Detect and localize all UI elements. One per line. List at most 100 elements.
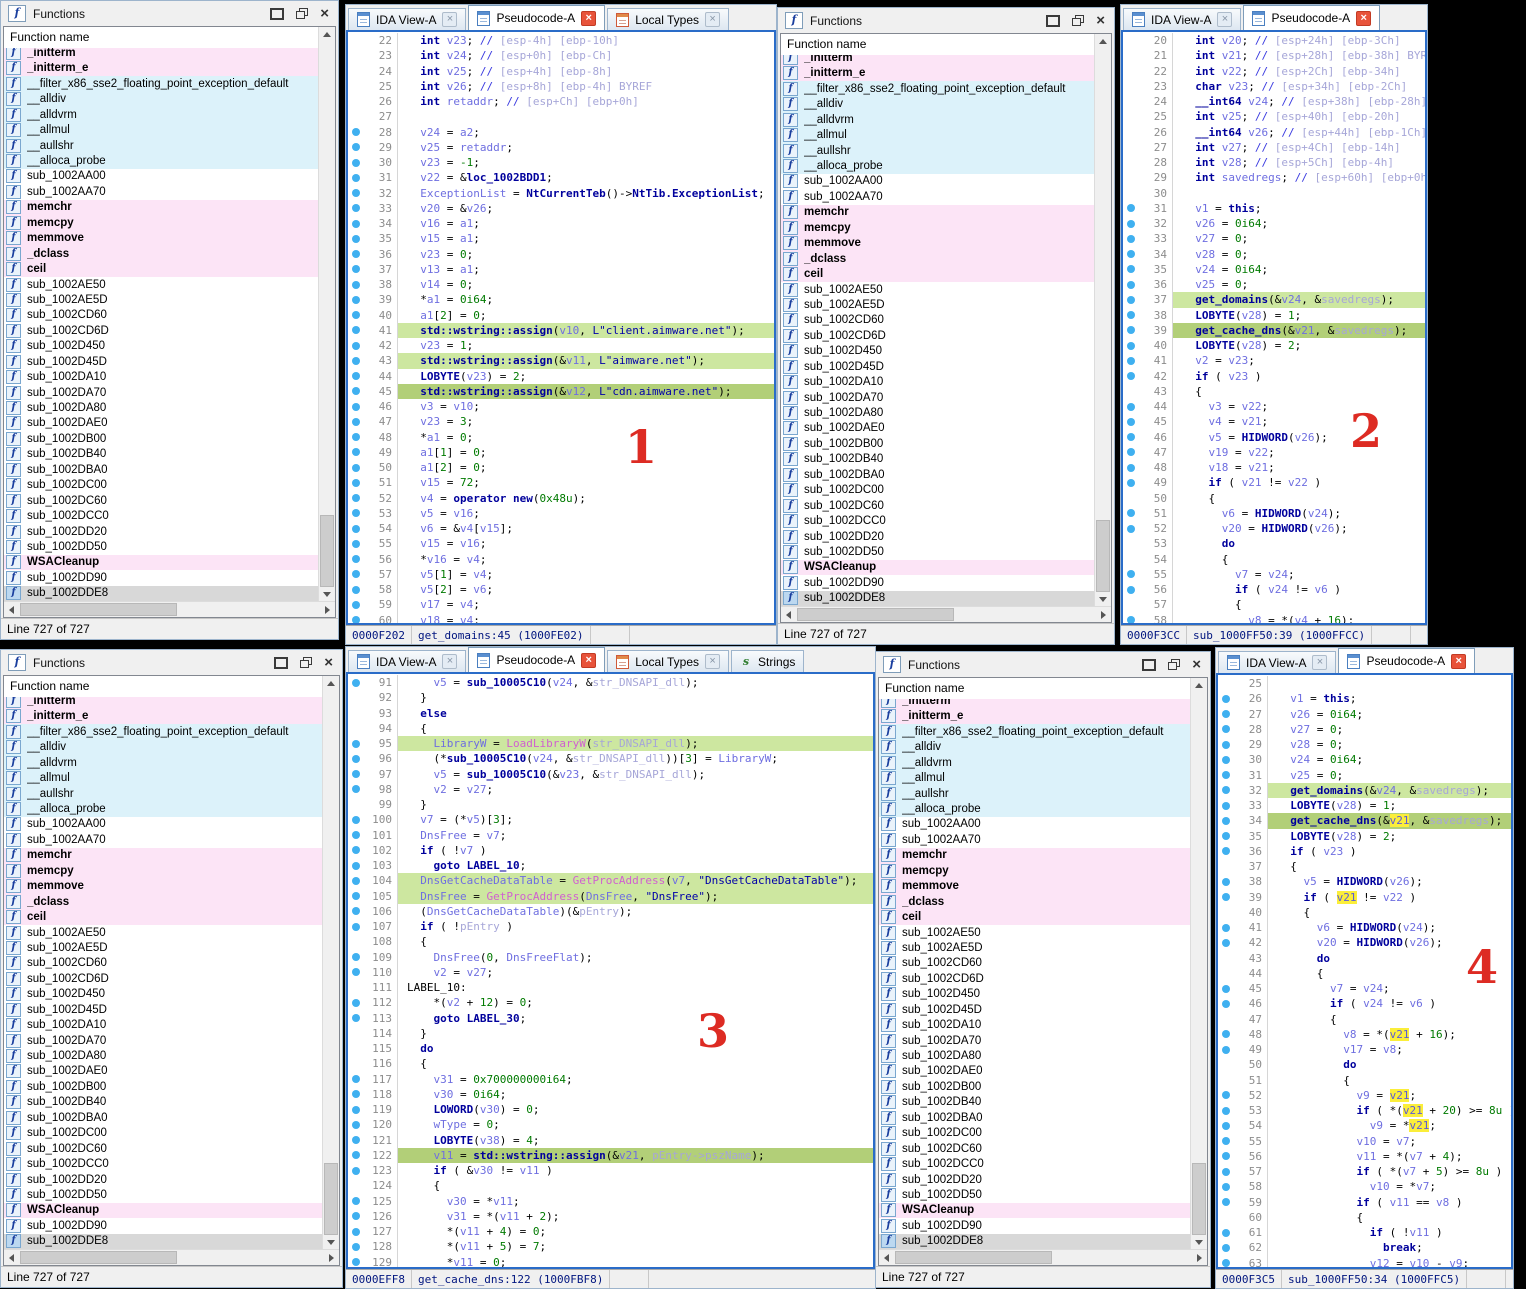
function-row[interactable]: f__alldvrm [781,112,1094,127]
function-row[interactable]: fsub_1002DA70 [781,390,1094,405]
code-line[interactable]: 22 int v22; // [esp+2Ch] [ebp-34h] [1123,64,1425,79]
code-line[interactable]: 42 if ( v23 ) [1123,369,1425,384]
code-line[interactable]: 128 *(v11 + 5) = 7; [348,1239,873,1254]
breakpoint-gutter[interactable] [1123,448,1138,456]
function-row[interactable]: fsub_1002DAE0 [879,1064,1190,1079]
code-line[interactable]: 27 [348,109,774,124]
code-line[interactable]: 121 LOBYTE(v38) = 4; [348,1133,873,1148]
tab-close-icon[interactable]: × [581,653,596,668]
code-line[interactable]: 25 int v26; // [esp+8h] [ebp-4h] BYREF [348,79,774,94]
code-line[interactable]: 26 __int64 v26; // [esp+44h] [ebp-1Ch] [1123,125,1425,140]
function-row[interactable]: fmemcpy [4,863,322,878]
function-row[interactable]: fsub_1002DD50 [781,544,1094,559]
breakpoint-gutter[interactable] [348,907,363,915]
breakpoint-gutter[interactable] [348,464,363,472]
code-line[interactable]: 54 v6 = &v4[v15]; [348,521,774,536]
code-line[interactable]: 61 if ( !v11 ) [1218,1225,1511,1240]
breakpoint-gutter[interactable] [1218,1229,1233,1237]
tab-close-icon[interactable]: × [442,12,457,27]
code-line[interactable]: 116 { [348,1056,873,1071]
breakpoint-gutter[interactable] [348,509,363,517]
code-line[interactable]: 60 v18 = v4; [348,613,774,624]
function-row[interactable]: fsub_1002DA80 [4,1048,322,1063]
tab-pseudocode-a[interactable]: Pseudocode-A× [1338,648,1475,673]
breakpoint-gutter[interactable] [348,387,363,395]
tab-close-icon[interactable]: × [1451,654,1466,669]
breakpoint-gutter[interactable] [1123,509,1138,517]
code-line[interactable]: 37 { [1218,859,1511,874]
code-line[interactable]: 23 int v24; // [esp+0h] [ebp-Ch] [348,48,774,63]
function-row[interactable]: fsub_1002DC00 [4,1126,322,1141]
scroll-track[interactable] [319,42,335,587]
function-row[interactable]: f_initterm_e [781,66,1094,81]
breakpoint-gutter[interactable] [1218,1030,1233,1038]
function-row[interactable]: fsub_1002DAE0 [4,416,318,431]
tab-local-types[interactable]: Local Types× [607,8,729,30]
code-line[interactable]: 34 v16 = a1; [348,216,774,231]
breakpoint-gutter[interactable] [348,1136,363,1144]
function-row[interactable]: f__alldvrm [4,107,318,122]
function-row[interactable]: fsub_1002DDE8 [4,1234,322,1249]
function-row[interactable]: f_initterm [4,48,318,61]
function-row[interactable]: fsub_1002DB00 [4,1079,322,1094]
breakpoint-gutter[interactable] [1123,403,1138,411]
code-line[interactable]: 26 int retaddr; // [esp+Ch] [ebp+0h] [348,94,774,109]
scroll-thumb[interactable] [324,1163,338,1235]
breakpoint-gutter[interactable] [1123,281,1138,289]
function-row[interactable]: fsub_1002AA00 [4,817,322,832]
breakpoint-gutter[interactable] [348,494,363,502]
code-line[interactable]: 113 goto LABEL_30; [348,1011,873,1026]
function-row[interactable]: fmemcpy [781,220,1094,235]
code-line[interactable]: 58 v10 = *v7; [1218,1179,1511,1194]
function-row[interactable]: fsub_1002DC00 [879,1126,1190,1141]
code-line[interactable]: 112 *(v2 + 12) = 0; [348,995,873,1010]
function-row[interactable]: f__filter_x86_sse2_floating_point_except… [4,724,322,739]
breakpoint-gutter[interactable] [348,143,363,151]
breakpoint-gutter[interactable] [1218,1091,1233,1099]
tab-pseudocode-a[interactable]: Pseudocode-A× [468,647,605,672]
function-row[interactable]: fsub_1002DBA0 [4,462,318,477]
code-line[interactable]: 111LABEL_10: [348,980,873,995]
code-line[interactable]: 50 a1[2] = 0; [348,460,774,475]
code-line[interactable]: 35 LOBYTE(v28) = 2; [1218,829,1511,844]
function-row[interactable]: fsub_1002DC60 [4,1141,322,1156]
breakpoint-gutter[interactable] [348,1014,363,1022]
code-line[interactable]: 118 v30 = 0i64; [348,1087,873,1102]
code-line[interactable]: 53 if ( *(v21 + 20) >= 8u ) [1218,1103,1511,1118]
breakpoint-gutter[interactable] [348,968,363,976]
code-line[interactable]: 25 [1218,676,1511,691]
maximize-button[interactable] [274,657,288,669]
function-row[interactable]: fsub_1002CD6D [4,971,322,986]
function-row[interactable]: fceil [4,261,318,276]
code-line[interactable]: 98 v2 = v27; [348,782,873,797]
breakpoint-gutter[interactable] [348,448,363,456]
code-line[interactable]: 104 DnsGetCacheDataTable = GetProcAddres… [348,873,873,888]
breakpoint-gutter[interactable] [1218,1198,1233,1206]
breakpoint-gutter[interactable] [1218,985,1233,993]
breakpoint-gutter[interactable] [348,877,363,885]
breakpoint-gutter[interactable] [1123,342,1138,350]
function-row[interactable]: f__filter_x86_sse2_floating_point_except… [4,76,318,91]
function-row[interactable]: fsub_1002D450 [4,339,318,354]
code-line[interactable]: 47 v23 = 3; [348,414,774,429]
function-row[interactable]: f__alldiv [781,97,1094,112]
scroll-down-icon[interactable] [319,587,335,602]
tab-close-icon[interactable]: × [442,654,457,669]
scroll-right-icon[interactable] [1192,1250,1207,1265]
hscroll-thumb[interactable] [895,1251,1052,1264]
code-line[interactable]: 38 v14 = 0; [348,277,774,292]
code-line[interactable]: 31 v22 = &loc_1002BDD1; [348,170,774,185]
function-row[interactable]: f_dclass [879,894,1190,909]
function-row[interactable]: fsub_1002D450 [4,987,322,1002]
code-line[interactable]: 26 v1 = this; [1218,691,1511,706]
breakpoint-gutter[interactable] [348,250,363,258]
code-line[interactable]: 99 } [348,797,873,812]
code-line[interactable]: 31 v25 = 0; [1218,768,1511,783]
breakpoint-gutter[interactable] [348,755,363,763]
function-row[interactable]: f_initterm_e [4,709,322,724]
function-row[interactable]: fsub_1002DA80 [879,1048,1190,1063]
code-line[interactable]: 106 (DnsGetCacheDataTable)(&pEntry); [348,904,873,919]
code-line[interactable]: 35 v15 = a1; [348,231,774,246]
hscroll-thumb[interactable] [20,603,177,616]
function-row[interactable]: fsub_1002DB00 [781,436,1094,451]
